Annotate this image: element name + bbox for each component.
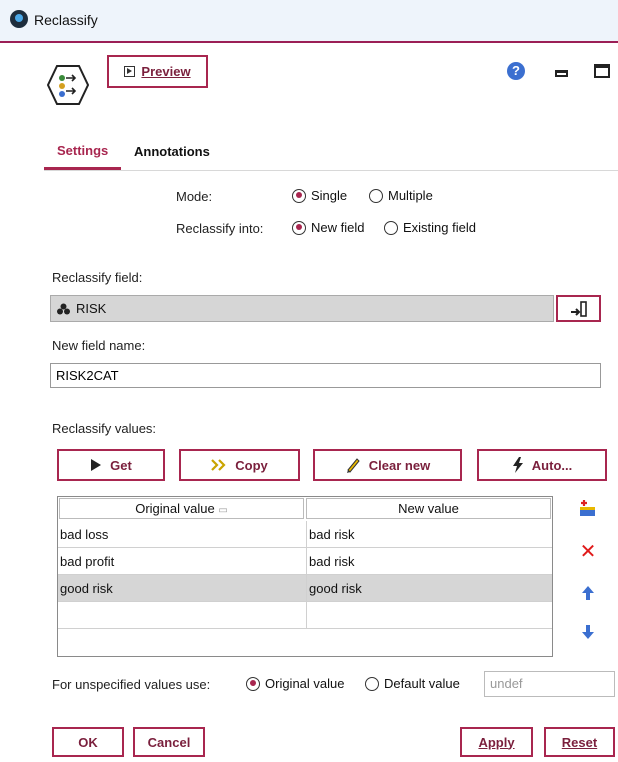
unspecified-original-option[interactable]: Original value: [246, 676, 345, 691]
minimize-icon[interactable]: [555, 70, 568, 77]
reclassify-field-text: RISK: [76, 301, 107, 316]
delete-row-icon[interactable]: ✕: [577, 540, 599, 563]
radio-selected-icon[interactable]: [292, 188, 306, 203]
unspecified-default-label: Default value: [384, 676, 460, 691]
new-field-name-label: New field name:: [52, 338, 146, 353]
table-cell-original[interactable]: bad loss: [58, 521, 306, 548]
unspecified-label: For unspecified values use:: [52, 677, 211, 692]
reclassify-field-label: Reclassify field:: [52, 270, 143, 285]
preview-label: Preview: [141, 64, 191, 79]
into-existing-field-option[interactable]: Existing field: [384, 220, 476, 235]
radio-unselected-icon[interactable]: [384, 220, 398, 235]
lightning-icon: [512, 457, 523, 473]
mode-label: Mode:: [176, 189, 213, 204]
table-cell-empty[interactable]: [58, 602, 306, 629]
unspecified-original-label: Original value: [265, 676, 345, 691]
copy-label: Copy: [235, 457, 268, 473]
into-new-field-option[interactable]: New field: [292, 220, 364, 235]
radio-unselected-icon[interactable]: [369, 188, 383, 203]
get-button[interactable]: Get: [57, 449, 165, 481]
column-header-original-label: Original value: [135, 501, 215, 516]
double-chevron-icon: [211, 459, 226, 471]
eraser-icon: [346, 458, 360, 473]
sort-icon: ▭: [218, 505, 228, 516]
apply-button[interactable]: Apply: [460, 727, 533, 757]
app-logo-icon: [10, 10, 28, 28]
tab-divider: [44, 170, 618, 171]
table-cell-empty[interactable]: [306, 602, 552, 629]
default-value-input[interactable]: undef: [484, 671, 615, 697]
column-header-original[interactable]: Original value ▭: [59, 498, 304, 519]
play-icon: [91, 459, 102, 471]
move-up-icon[interactable]: [577, 582, 599, 604]
radio-unselected-icon[interactable]: [365, 676, 379, 691]
field-list-icon: [570, 300, 587, 317]
table-cell-original[interactable]: bad profit: [58, 548, 306, 575]
ok-button[interactable]: OK: [52, 727, 124, 757]
reclassify-into-label: Reclassify into:: [176, 221, 264, 236]
mode-single-label: Single: [311, 188, 348, 203]
table-cell-original[interactable]: good risk: [58, 575, 306, 602]
unspecified-default-option[interactable]: Default value: [365, 676, 460, 691]
auto-button[interactable]: Auto...: [477, 449, 607, 481]
move-down-icon[interactable]: [577, 621, 599, 643]
clear-new-label: Clear new: [368, 457, 431, 473]
reclassify-field-value[interactable]: RISK: [50, 295, 554, 322]
get-label: Get: [110, 457, 132, 473]
column-header-new[interactable]: New value: [306, 498, 551, 519]
cancel-button[interactable]: Cancel: [133, 727, 205, 757]
tab-settings[interactable]: Settings: [57, 143, 108, 158]
mode-multiple-label: Multiple: [388, 188, 433, 203]
field-picker-button[interactable]: [556, 295, 601, 322]
table-cell-new[interactable]: bad risk: [306, 521, 552, 548]
help-icon[interactable]: ?: [507, 62, 525, 80]
copy-button[interactable]: Copy: [179, 449, 300, 481]
reset-button[interactable]: Reset: [544, 727, 615, 757]
radio-selected-icon[interactable]: [246, 676, 260, 691]
clear-new-button[interactable]: Clear new: [313, 449, 462, 481]
maximize-icon[interactable]: [594, 64, 610, 78]
reclassify-values-label: Reclassify values:: [52, 421, 157, 436]
into-existing-field-label: Existing field: [403, 220, 476, 235]
reclassify-values-table[interactable]: Original value ▭ New value bad loss bad …: [57, 496, 553, 657]
into-new-field-label: New field: [311, 220, 365, 235]
preview-button[interactable]: Preview: [107, 55, 208, 88]
table-cell-new[interactable]: good risk: [306, 575, 552, 602]
new-field-name-input[interactable]: [50, 363, 601, 388]
radio-selected-icon[interactable]: [292, 220, 306, 235]
mode-single-option[interactable]: Single: [292, 188, 347, 203]
mode-multiple-option[interactable]: Multiple: [369, 188, 433, 203]
tab-annotations[interactable]: Annotations: [134, 144, 210, 159]
auto-label: Auto...: [531, 457, 573, 473]
add-row-icon[interactable]: [576, 497, 598, 519]
set-field-icon: [57, 303, 70, 314]
window-title: Reclassify: [34, 12, 98, 28]
preview-icon: [124, 66, 136, 77]
table-cell-new[interactable]: bad risk: [306, 548, 552, 575]
reclassify-node-icon: [47, 65, 89, 105]
